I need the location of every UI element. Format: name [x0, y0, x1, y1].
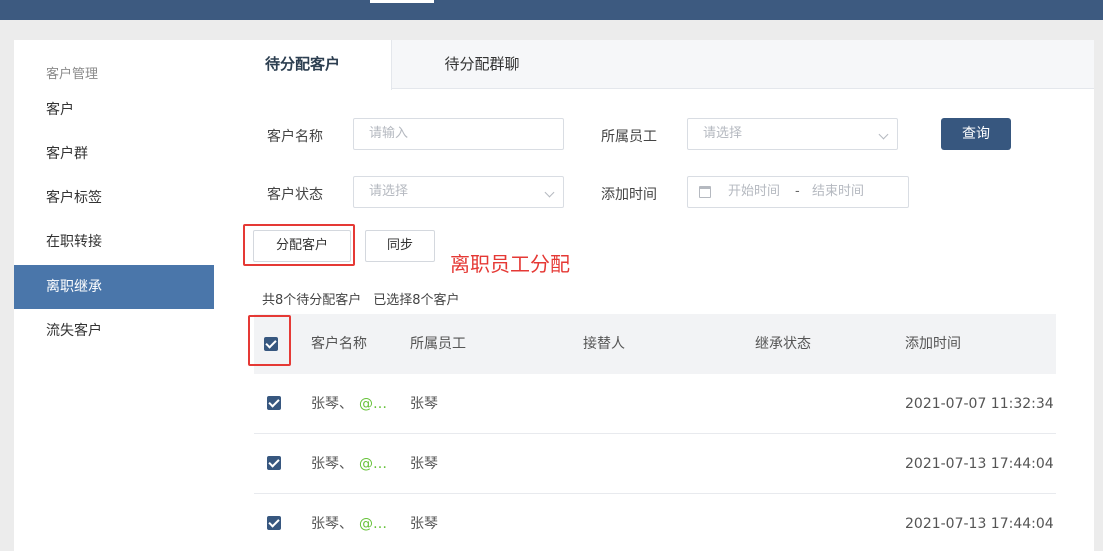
highlight-box-select-all: [248, 315, 291, 366]
employee-cell: 张琴: [410, 516, 438, 532]
total-count-text: 共8个待分配客户: [262, 293, 362, 308]
selected-count-text: 已选择8个客户: [373, 293, 460, 308]
highlight-box-assign: [243, 224, 355, 266]
calendar-icon: [699, 186, 711, 198]
customer-name-cell: 张琴、 @…: [311, 516, 387, 532]
add-time-cell: 2021-07-13 17:44:04: [905, 516, 1054, 532]
annotation-text: 离职员工分配: [450, 252, 570, 276]
column-header: 所属员工: [410, 336, 466, 352]
status-select-placeholder: 请选择: [369, 184, 409, 199]
query-button[interactable]: 查询: [941, 118, 1011, 150]
row-checkbox[interactable]: [267, 516, 281, 530]
sync-button[interactable]: 同步: [365, 230, 435, 262]
top-nav-active-indicator: [370, 0, 434, 3]
row-checkbox[interactable]: [267, 396, 281, 410]
add-time-cell: 2021-07-13 17:44:04: [905, 456, 1054, 472]
employee-label: 所属员工: [601, 129, 657, 145]
tab-pending-group-chats[interactable]: 待分配群聊: [392, 40, 572, 90]
column-header: 接替人: [583, 336, 625, 352]
chevron-down-icon: [878, 129, 889, 140]
sidebar-item-customer-groups[interactable]: 客户群: [14, 132, 214, 176]
table-row[interactable]: 张琴、 @… 张琴 2021-07-13 17:44:04: [254, 434, 1056, 494]
column-header: 添加时间: [905, 336, 961, 352]
customer-name-input[interactable]: 请输入: [353, 118, 564, 150]
date-range-picker[interactable]: 开始时间 - 结束时间: [687, 176, 909, 208]
selection-summary: 共8个待分配客户 已选择8个客户: [262, 289, 460, 308]
table-header: 客户名称 所属员工 接替人 继承状态 添加时间: [254, 314, 1056, 374]
add-time-label: 添加时间: [601, 187, 657, 203]
date-range-separator: -: [795, 184, 800, 199]
chevron-down-icon: [544, 187, 555, 198]
sidebar-item-customer-tags[interactable]: 客户标签: [14, 176, 214, 220]
start-date-placeholder: 开始时间: [728, 184, 781, 199]
employee-cell: 张琴: [410, 456, 438, 472]
customer-status-label: 客户状态: [267, 187, 323, 203]
table-row[interactable]: 张琴、 @… 张琴 2021-07-07 11:32:34: [254, 374, 1056, 434]
row-checkbox[interactable]: [267, 456, 281, 470]
wechat-tag: @…: [359, 396, 387, 412]
tab-bar: 待分配客户 待分配群聊: [214, 40, 1094, 90]
sidebar-item-customers[interactable]: 客户: [14, 88, 214, 132]
sidebar: 客户管理 客户 客户群 客户标签 在职转接 离职继承 流失客户: [14, 40, 214, 551]
sidebar-group-title: 客户管理: [46, 67, 99, 82]
main-panel: 待分配客户 待分配群聊 客户名称 请输入 所属员工 请选择 查询 客户状态 请选…: [214, 40, 1094, 551]
sidebar-item-onjob-transfer[interactable]: 在职转接: [14, 220, 214, 264]
customer-status-select[interactable]: 请选择: [353, 176, 564, 208]
wechat-tag: @…: [359, 456, 387, 472]
column-header: 客户名称: [311, 336, 367, 352]
add-time-cell: 2021-07-07 11:32:34: [905, 396, 1054, 412]
top-navigation-bar: [0, 0, 1103, 20]
customer-name-label: 客户名称: [267, 129, 323, 145]
employee-cell: 张琴: [410, 396, 438, 412]
customer-name-cell: 张琴、 @…: [311, 396, 387, 412]
column-header: 继承状态: [755, 336, 811, 352]
sidebar-item-resigned-inheritance[interactable]: 离职继承: [14, 265, 214, 309]
wechat-tag: @…: [359, 516, 387, 532]
table-row[interactable]: 张琴、 @… 张琴 2021-07-13 17:44:04: [254, 494, 1056, 551]
tab-pending-customers[interactable]: 待分配客户: [214, 40, 392, 90]
customer-name-cell: 张琴、 @…: [311, 456, 387, 472]
end-date-placeholder: 结束时间: [812, 184, 865, 199]
employee-select[interactable]: 请选择: [687, 118, 898, 150]
sidebar-item-lost-customers[interactable]: 流失客户: [14, 309, 214, 353]
employee-select-placeholder: 请选择: [703, 126, 743, 141]
